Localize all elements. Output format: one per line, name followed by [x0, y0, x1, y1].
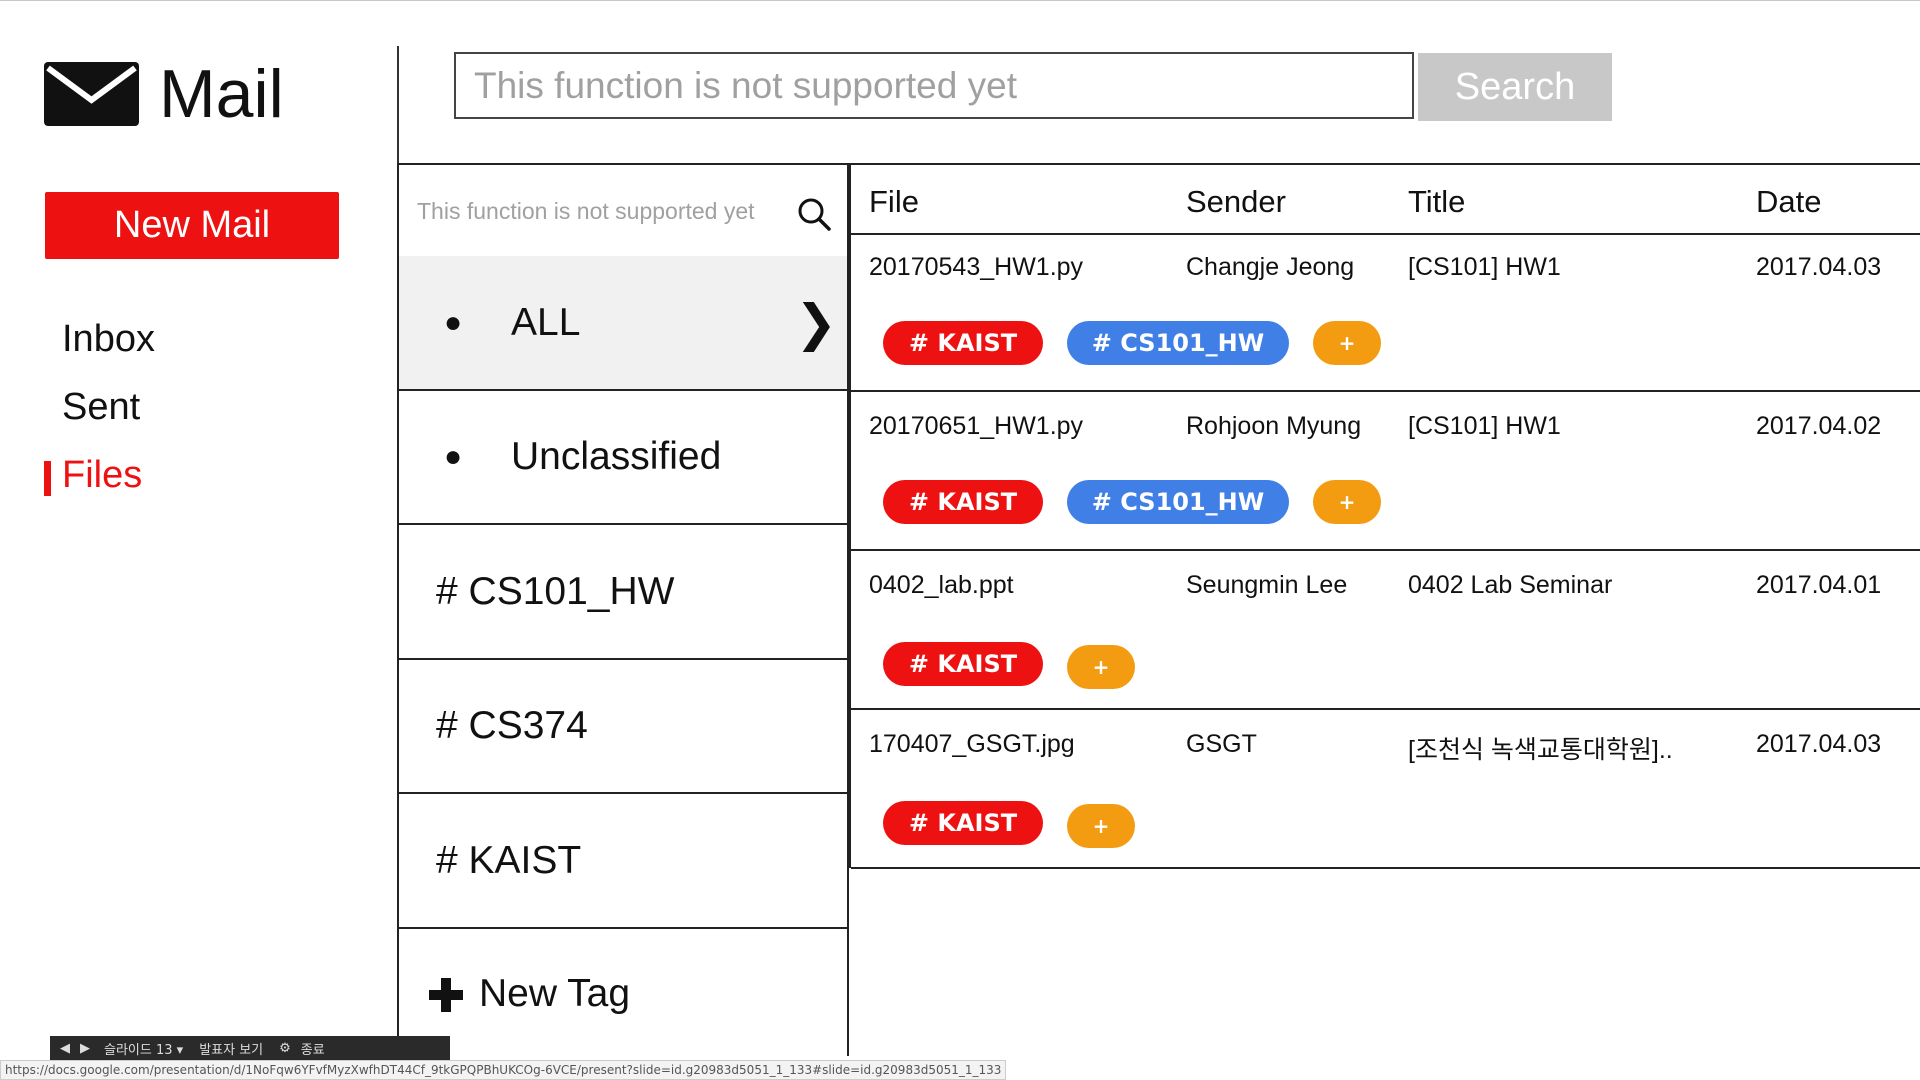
tag-chip-cs101-hw[interactable]: # CS101_HW	[1067, 480, 1289, 524]
tag-search-input[interactable]	[415, 185, 779, 237]
bullet-icon: ●	[444, 440, 463, 473]
mail-date: 2017.04.03	[1756, 730, 1882, 758]
end-presentation-button[interactable]: 종료	[301, 1039, 325, 1058]
speaker-notes-button[interactable]: 발표자 보기	[199, 1039, 263, 1058]
row-tags: # KAIST +	[883, 798, 1159, 848]
sidebar-item-files[interactable]: Files	[62, 454, 142, 497]
table-row[interactable]: 0402_lab.ppt Seungmin Lee 0402 Lab Semin…	[851, 551, 1920, 710]
tag-search-bar	[399, 165, 847, 258]
tag-chip-kaist[interactable]: # KAIST	[883, 801, 1043, 845]
sender-name: Seungmin Lee	[1186, 571, 1348, 599]
file-table: File Sender Title Date 20170543_HW1.py C…	[849, 163, 1920, 869]
sender-name: Changje Jeong	[1186, 253, 1355, 281]
tag-panel: ● ALL ❯ ● Unclassified # CS101_HW # CS37…	[397, 163, 849, 1056]
prev-slide-icon[interactable]: ◀	[60, 1041, 70, 1056]
status-url: https://docs.google.com/presentation/d/1…	[0, 1060, 1007, 1080]
mail-date: 2017.04.01	[1756, 571, 1882, 599]
app-logo: Mail	[44, 60, 284, 128]
new-tag-label: New Tag	[479, 971, 631, 1015]
tag-item-unclassified[interactable]: ● Unclassified	[399, 391, 847, 525]
search-button[interactable]: Search	[1418, 53, 1612, 121]
tag-chip-cs101-hw[interactable]: # CS101_HW	[1067, 321, 1289, 365]
sender-name: Rohjoon Myung	[1186, 412, 1362, 440]
mail-date: 2017.04.03	[1756, 253, 1882, 281]
tag-chip-kaist[interactable]: # KAIST	[883, 642, 1043, 686]
file-name: 20170651_HW1.py	[869, 412, 1084, 440]
search-icon[interactable]	[797, 197, 831, 231]
plus-icon	[429, 978, 463, 1012]
app-title: Mail	[159, 56, 284, 132]
active-indicator	[44, 461, 51, 496]
mail-title: [CS101] HW1	[1408, 412, 1561, 440]
sidebar-item-sent[interactable]: Sent	[62, 386, 140, 429]
tag-label: Unclassified	[511, 435, 722, 478]
tag-chip-kaist[interactable]: # KAIST	[883, 480, 1043, 524]
add-tag-button[interactable]: +	[1313, 480, 1381, 524]
chevron-right-icon: ❯	[795, 294, 837, 351]
tag-label: # CS374	[436, 704, 588, 747]
table-row[interactable]: 170407_GSGT.jpg GSGT [조천식 녹색교통대학원].. 201…	[851, 710, 1920, 869]
tag-item-cs374[interactable]: # CS374	[399, 660, 847, 794]
mail-title: [조천식 녹색교통대학원]..	[1408, 736, 1673, 764]
sidebar-item-inbox[interactable]: Inbox	[62, 318, 155, 361]
gear-icon[interactable]: ⚙	[279, 1041, 291, 1056]
table-header: File Sender Title Date	[851, 165, 1920, 235]
file-name: 0402_lab.ppt	[869, 571, 1014, 599]
mail-date: 2017.04.02	[1756, 412, 1882, 440]
tag-item-all[interactable]: ● ALL ❯	[399, 256, 847, 391]
mail-title: [CS101] HW1	[1408, 253, 1561, 281]
file-name: 170407_GSGT.jpg	[869, 730, 1075, 758]
new-mail-button[interactable]: New Mail	[45, 192, 339, 259]
presenter-toolbar: ◀ ▶ 슬라이드 13 ▾ 발표자 보기 ⚙ 종료	[50, 1036, 450, 1060]
table-row[interactable]: 20170543_HW1.py Changje Jeong [CS101] HW…	[851, 233, 1920, 392]
sender-name: GSGT	[1186, 730, 1257, 758]
row-tags: # KAIST # CS101_HW +	[883, 321, 1405, 365]
add-tag-button[interactable]: +	[1313, 321, 1381, 365]
tag-chip-kaist[interactable]: # KAIST	[883, 321, 1043, 365]
add-tag-button[interactable]: +	[1067, 645, 1135, 689]
slide-selector[interactable]: 슬라이드 13 ▾	[104, 1039, 183, 1058]
bullet-icon: ●	[444, 305, 463, 339]
row-tags: # KAIST # CS101_HW +	[883, 480, 1405, 524]
tag-label: # KAIST	[436, 838, 582, 882]
file-name: 20170543_HW1.py	[869, 253, 1084, 281]
column-header-sender[interactable]: Sender	[1186, 184, 1286, 220]
tag-item-cs101-hw[interactable]: # CS101_HW	[399, 525, 847, 660]
next-slide-icon[interactable]: ▶	[80, 1041, 90, 1056]
column-header-file[interactable]: File	[869, 184, 919, 220]
envelope-icon	[44, 62, 139, 126]
top-border	[0, 0, 1920, 1]
tag-label: # CS101_HW	[436, 569, 675, 613]
column-header-date[interactable]: Date	[1756, 184, 1821, 220]
table-row[interactable]: 20170651_HW1.py Rohjoon Myung [CS101] HW…	[851, 392, 1920, 551]
column-header-title[interactable]: Title	[1408, 184, 1465, 220]
row-tags: # KAIST +	[883, 639, 1159, 689]
new-tag-button[interactable]: New Tag	[399, 929, 847, 1058]
tag-item-kaist[interactable]: # KAIST	[399, 794, 847, 929]
tag-label: ALL	[511, 300, 581, 344]
mail-title: 0402 Lab Seminar	[1408, 571, 1613, 599]
search-input[interactable]	[456, 54, 1412, 117]
add-tag-button[interactable]: +	[1067, 804, 1135, 848]
search-box	[454, 52, 1414, 119]
